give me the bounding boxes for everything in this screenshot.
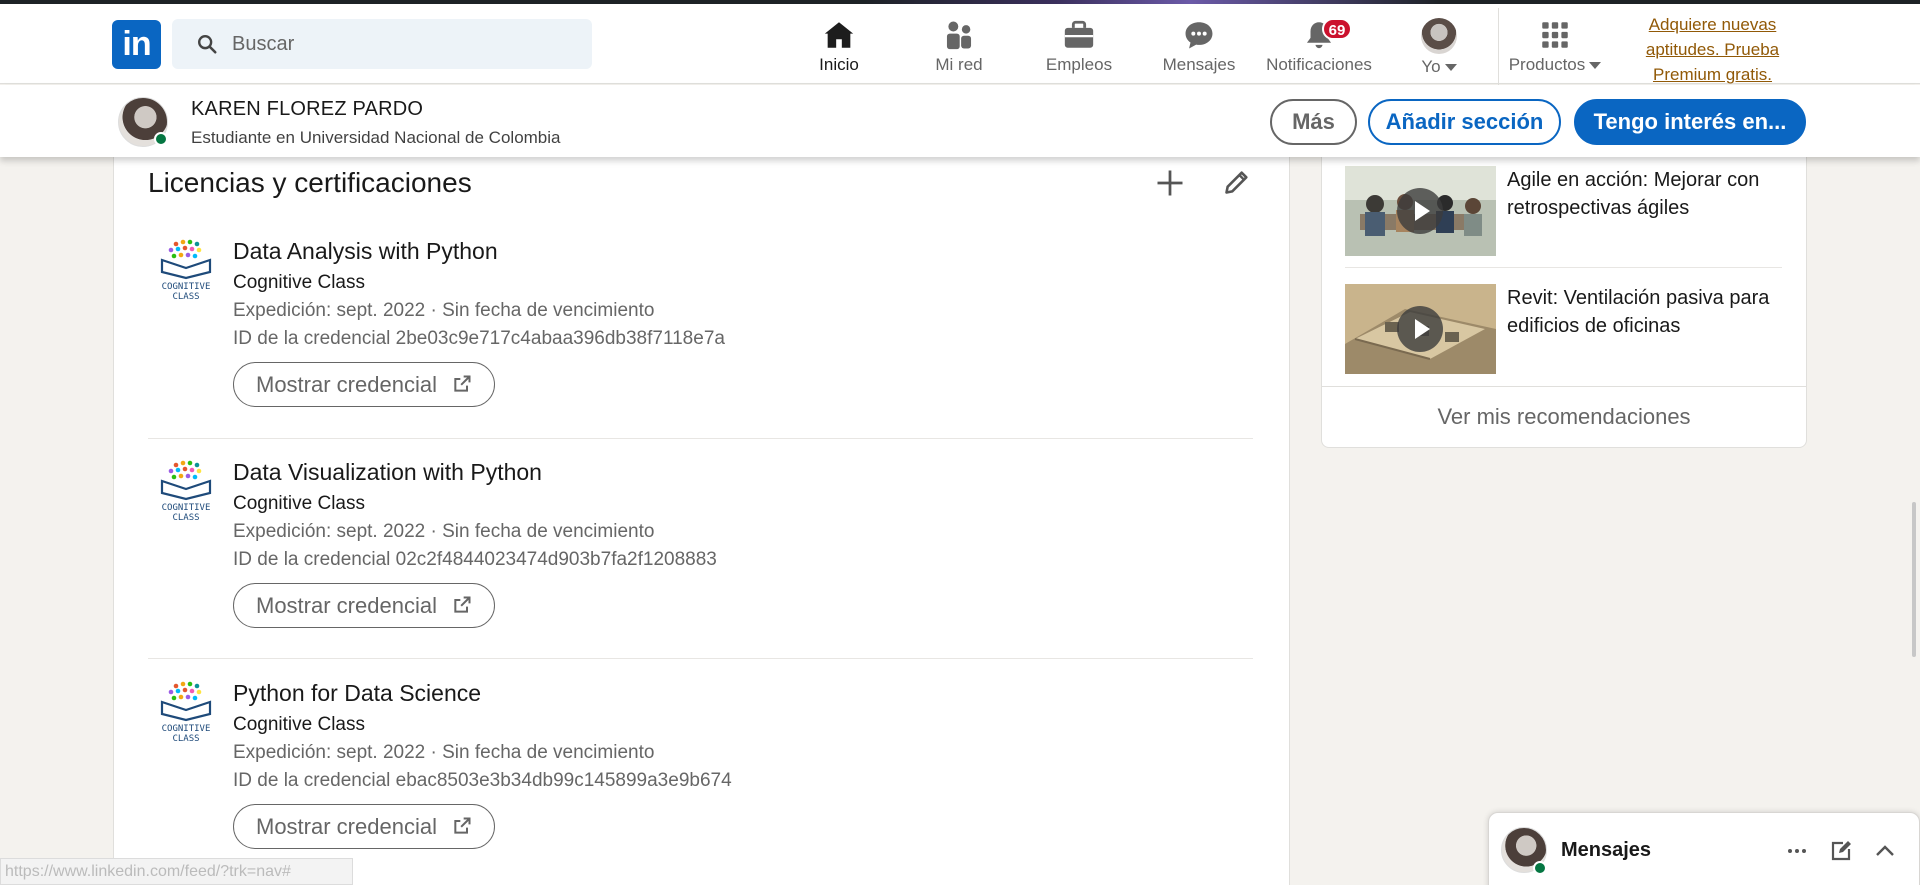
button-label: Mostrar credencial xyxy=(256,813,437,839)
compose-icon[interactable] xyxy=(1829,839,1853,863)
scrollbar-thumb[interactable] xyxy=(1912,502,1916,657)
nav-item-products[interactable]: Productos xyxy=(1500,14,1610,78)
certification-date: Expedición: sept. 2022 · Sin fecha de ve… xyxy=(233,300,655,321)
nav-label: Yo xyxy=(1384,57,1494,77)
messaging-overlay[interactable]: Mensajes xyxy=(1488,812,1920,885)
certification-issuer: Cognitive Class xyxy=(233,493,365,514)
nav-separator xyxy=(1498,8,1499,88)
svg-text:CLASS: CLASS xyxy=(172,734,199,742)
profile-name: KAREN FLOREZ PARDO xyxy=(191,98,424,120)
svg-text:COGNITIVE: COGNITIVE xyxy=(162,282,211,292)
credential-id: ID de la credencial ebac8503e3b34db99c14… xyxy=(233,770,732,791)
svg-text:COGNITIVE: COGNITIVE xyxy=(162,724,211,734)
cognitive-class-logo[interactable]: COGNITIVE CLASS xyxy=(156,238,216,300)
divider xyxy=(1321,386,1807,387)
chevron-down-icon xyxy=(1444,64,1457,72)
add-icon[interactable] xyxy=(1155,168,1185,198)
nav-label: Productos xyxy=(1500,55,1610,75)
nav-label: Mensajes xyxy=(1162,55,1236,74)
messaging-title: Mensajes xyxy=(1561,839,1652,861)
premium-line: aptitudes. Prueba xyxy=(1645,40,1780,59)
products-label: Productos xyxy=(1508,55,1586,74)
premium-line: Adquiere nuevas xyxy=(1648,15,1777,34)
more-button[interactable]: Más xyxy=(1270,99,1357,145)
add-section-button[interactable]: Añadir sección xyxy=(1368,99,1561,145)
chevron-down-icon xyxy=(1589,62,1602,70)
divider xyxy=(148,438,1253,439)
course-title: Revit: Ventilación pasiva para edificios… xyxy=(1507,287,1770,337)
grid-icon xyxy=(1542,22,1568,48)
show-credential-button[interactable]: Mostrar credencial xyxy=(233,804,495,849)
home-icon xyxy=(824,22,854,48)
see-recommendations-button[interactable]: Ver mis recomendaciones xyxy=(1321,388,1807,446)
svg-text:CLASS: CLASS xyxy=(172,513,199,521)
chevron-up-icon[interactable] xyxy=(1873,839,1897,863)
show-credential-button[interactable]: Mostrar credencial xyxy=(233,583,495,628)
certification-date: Expedición: sept. 2022 · Sin fecha de ve… xyxy=(233,742,655,763)
svg-text:COGNITIVE: COGNITIVE xyxy=(162,503,211,513)
premium-line: Premium gratis. xyxy=(1652,65,1773,84)
external-link-icon xyxy=(454,375,471,392)
nav-item-notifications[interactable]: 69 Notificaciones xyxy=(1264,14,1374,78)
certification-name[interactable]: Data Visualization with Python xyxy=(233,459,542,486)
divider xyxy=(148,658,1253,659)
nav-item-messaging[interactable]: Mensajes xyxy=(1144,14,1254,78)
search-icon xyxy=(198,35,217,54)
nav-label: Mi red xyxy=(935,55,983,74)
me-label: Yo xyxy=(1421,57,1441,76)
play-icon xyxy=(1397,188,1443,234)
certification-issuer: Cognitive Class xyxy=(233,272,365,293)
credential-id: ID de la credencial 2be03c9e717c4abaa396… xyxy=(233,328,725,349)
cognitive-class-logo[interactable]: COGNITIVE CLASS xyxy=(156,680,216,742)
credential-id: ID de la credencial 02c2f4844023474d903b… xyxy=(233,549,717,570)
show-credential-button[interactable]: Mostrar credencial xyxy=(233,362,495,407)
nav-item-network[interactable]: Mi red xyxy=(904,14,1014,78)
search-input[interactable] xyxy=(232,19,572,69)
online-status-dot xyxy=(154,132,168,146)
external-link-icon xyxy=(454,817,471,834)
course-title: Agile en acción: Mejorar con retrospecti… xyxy=(1507,169,1760,219)
network-icon xyxy=(946,21,972,50)
status-url-bar: https://www.linkedin.com/feed/?trk=nav# xyxy=(0,858,353,885)
profile-sticky-bar: KAREN FLOREZ PARDO Estudiante en Univers… xyxy=(0,85,1920,157)
play-icon xyxy=(1397,306,1443,352)
cognitive-class-logo[interactable]: COGNITIVE CLASS xyxy=(156,459,216,521)
button-label: Mostrar credencial xyxy=(256,371,437,397)
messaging-icon xyxy=(1185,22,1213,49)
svg-text:CLASS: CLASS xyxy=(172,292,199,300)
profile-headline: Estudiante en Universidad Nacional de Co… xyxy=(191,128,561,147)
nav-item-jobs[interactable]: Empleos xyxy=(1024,14,1134,78)
nav-label: Notificaciones xyxy=(1266,55,1372,74)
online-status-dot xyxy=(1533,861,1547,875)
global-nav: in Inicio Mi red Empleos Mensaj xyxy=(0,4,1920,88)
certification-name[interactable]: Data Analysis with Python xyxy=(233,238,498,265)
certification-item: COGNITIVE CLASS Data Visualization with … xyxy=(148,459,1253,639)
external-link-icon xyxy=(454,596,471,613)
nav-item-home[interactable]: Inicio xyxy=(784,14,894,78)
nav-item-me[interactable]: Yo xyxy=(1384,14,1494,78)
avatar xyxy=(1421,18,1457,54)
button-label: Mostrar credencial xyxy=(256,592,437,618)
divider xyxy=(1345,267,1782,268)
edit-pencil-icon[interactable] xyxy=(1223,168,1251,196)
nav-label: Inicio xyxy=(819,55,859,74)
course-item[interactable]: Revit: Ventilación pasiva para edificios… xyxy=(1345,284,1785,374)
premium-upsell-link[interactable]: Adquiere nuevas aptitudes. Prueba Premiu… xyxy=(1620,12,1805,87)
certification-issuer: Cognitive Class xyxy=(233,714,365,735)
certification-item: COGNITIVE CLASS Data Analysis with Pytho… xyxy=(148,238,1253,418)
course-item[interactable]: Agile en acción: Mejorar con retrospecti… xyxy=(1345,166,1785,256)
search-box[interactable] xyxy=(172,19,592,69)
briefcase-icon xyxy=(1064,20,1094,48)
linkedin-logo[interactable]: in xyxy=(112,20,161,69)
section-title: Licencias y certificaciones xyxy=(148,167,472,198)
more-options-icon[interactable] xyxy=(1785,839,1809,863)
notification-badge: 69 xyxy=(1322,18,1352,40)
interested-button[interactable]: Tengo interés en... xyxy=(1574,99,1806,145)
nav-label: Empleos xyxy=(1045,55,1113,74)
certification-date: Expedición: sept. 2022 · Sin fecha de ve… xyxy=(233,521,655,542)
certification-item: COGNITIVE CLASS Python for Data Science … xyxy=(148,680,1253,860)
certification-name[interactable]: Python for Data Science xyxy=(233,680,481,707)
